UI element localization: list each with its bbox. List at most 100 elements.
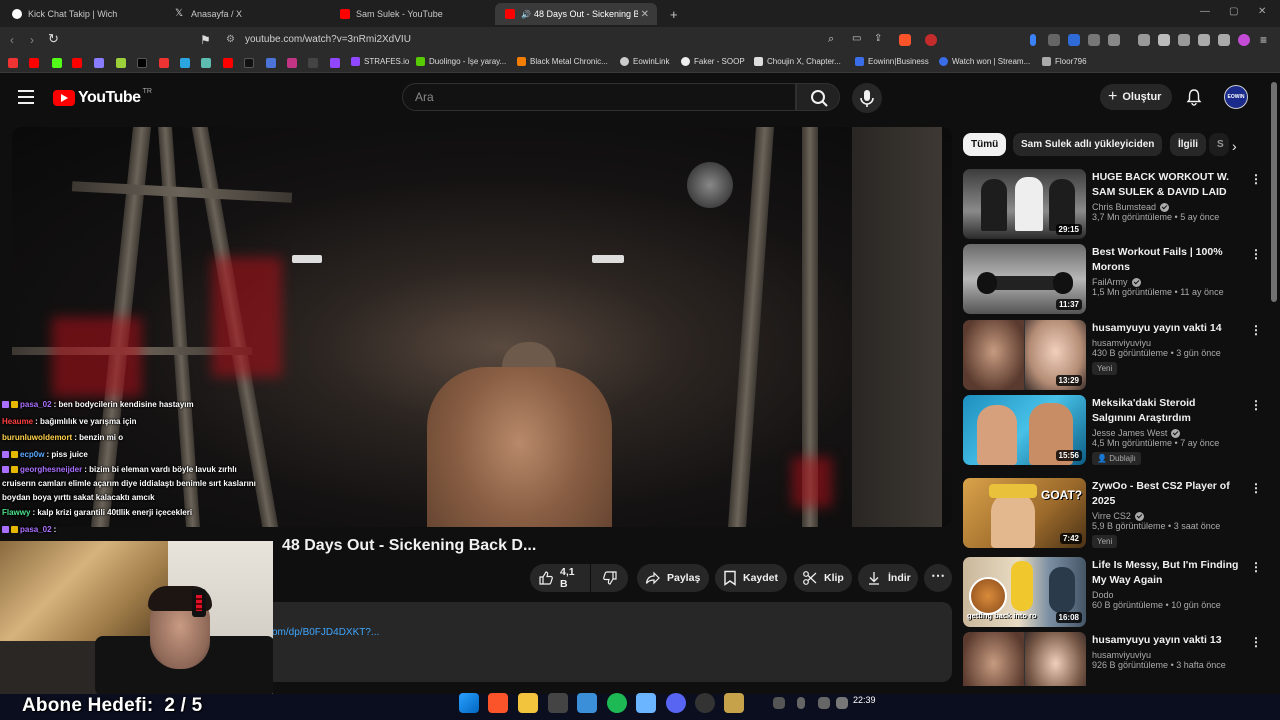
bookmark-youtube-icon[interactable] xyxy=(29,58,39,68)
bookmark-icon[interactable] xyxy=(8,58,18,68)
video-title[interactable]: Meksika'daki Steroid Salgınını Araştırdı… xyxy=(1092,396,1242,426)
recommendation-item[interactable]: getting back into ro 16:08 Life Is Messy… xyxy=(963,557,1263,629)
discord-icon[interactable] xyxy=(666,693,686,713)
bookmark-item[interactable]: EowinLink xyxy=(620,57,669,66)
video-thumbnail[interactable]: 13:29 xyxy=(963,320,1086,390)
bookmark-icon[interactable] xyxy=(159,58,169,68)
share-page-icon[interactable]: ⇪ xyxy=(874,33,882,44)
video-thumbnail[interactable]: GOAT? 7:42 xyxy=(963,478,1086,548)
browser-tab[interactable]: 𝕏 Anasayfa / X xyxy=(165,3,325,25)
more-options-icon[interactable]: ⋮ xyxy=(1250,398,1262,412)
windows-start-icon[interactable] xyxy=(459,693,479,713)
bookmark-item[interactable]: Floor796 xyxy=(1042,57,1087,66)
new-tab-button[interactable]: + xyxy=(660,3,680,25)
bookmark-icon[interactable] xyxy=(308,58,318,68)
extension-icon[interactable] xyxy=(1198,34,1210,46)
tray-network-icon[interactable] xyxy=(818,697,830,709)
video-thumbnail[interactable]: getting back into ro 16:08 xyxy=(963,557,1086,627)
share-button[interactable]: Paylaş xyxy=(637,564,709,592)
browser-tab[interactable]: Kick Chat Takip | Wich xyxy=(2,3,162,25)
video-title[interactable]: Life Is Messy, But I'm Finding My Way Ag… xyxy=(1092,558,1242,588)
youtube-logo[interactable]: YouTube TR xyxy=(53,88,152,107)
download-button[interactable]: İndir xyxy=(858,564,918,592)
tray-volume-icon[interactable] xyxy=(836,697,848,709)
file-explorer-icon[interactable] xyxy=(518,693,538,713)
bookmark-icon[interactable] xyxy=(116,58,126,68)
bookmark-icon[interactable] xyxy=(94,58,104,68)
recommendation-item[interactable]: 15:56 Meksika'daki Steroid Salgınını Ara… xyxy=(963,395,1263,467)
app-taskbar-icon[interactable] xyxy=(636,693,656,713)
brave-rewards-icon[interactable] xyxy=(925,34,937,46)
sidebar-toggle-icon[interactable] xyxy=(1158,34,1170,46)
taskbar-clock[interactable]: 22:39 xyxy=(853,695,876,705)
video-title[interactable]: husamyuyu yayın vakti 13 xyxy=(1092,633,1242,648)
search-button[interactable] xyxy=(796,83,840,111)
bookmark-item[interactable]: STRAFES.io xyxy=(351,57,409,66)
extension-icon[interactable] xyxy=(1138,34,1150,46)
channel-name[interactable]: husamviyuviyu xyxy=(1092,650,1242,660)
bookmark-x-icon[interactable] xyxy=(244,58,254,68)
channel-name[interactable]: husamviyuviyu xyxy=(1092,338,1242,348)
extension-icon[interactable] xyxy=(1178,34,1190,46)
bookmark-icon[interactable] xyxy=(266,58,276,68)
chip-all[interactable]: Tümü xyxy=(963,133,1007,156)
extensions-puzzle-icon[interactable] xyxy=(1088,34,1100,46)
photos-taskbar-icon[interactable] xyxy=(577,693,597,713)
video-title[interactable]: husamyuyu yayın vakti 14 xyxy=(1092,321,1242,336)
tool-taskbar-icon[interactable] xyxy=(548,693,568,713)
league-icon[interactable] xyxy=(724,693,744,713)
bookmark-kick-icon[interactable] xyxy=(52,58,62,68)
clip-button[interactable]: Klip xyxy=(794,564,852,592)
back-icon[interactable]: ‹ xyxy=(10,33,14,47)
bookmark-youtube-icon[interactable] xyxy=(223,58,233,68)
bookmark-twitch-icon[interactable] xyxy=(330,58,340,68)
bookmark-item[interactable]: Choujin X, Chapter... xyxy=(754,57,841,66)
chip-from-uploader[interactable]: Sam Sulek adlı yükleyiciden xyxy=(1013,133,1163,156)
recommendation-item[interactable]: GOAT? 7:42 ZywOo - Best CS2 Player of 20… xyxy=(963,478,1263,550)
tray-mic-icon[interactable] xyxy=(797,697,805,709)
bookmark-icon[interactable] xyxy=(201,58,211,68)
cast-icon[interactable]: ▭ xyxy=(852,33,861,44)
dislike-button[interactable] xyxy=(591,564,628,592)
video-thumbnail[interactable]: 15:56 xyxy=(963,395,1086,465)
steam-icon[interactable] xyxy=(695,693,715,713)
video-title[interactable]: HUGE BACK WORKOUT W. SAM SULEK & DAVID L… xyxy=(1092,170,1242,200)
vpn-icon[interactable] xyxy=(1218,34,1230,46)
more-options-icon[interactable]: ⋮ xyxy=(1250,560,1262,574)
bookmark-item[interactable]: Faker - SOOP xyxy=(681,57,745,66)
channel-name[interactable]: Jesse James West xyxy=(1092,428,1242,438)
video-thumbnail[interactable] xyxy=(963,632,1086,686)
zoom-icon[interactable]: ⌕ xyxy=(828,33,834,46)
more-options-icon[interactable]: ⋮ xyxy=(1250,247,1262,261)
like-button[interactable]: 4,1 B xyxy=(530,564,590,592)
forward-icon[interactable]: › xyxy=(30,33,34,47)
chip-related[interactable]: İlgili xyxy=(1170,133,1206,156)
channel-name[interactable]: Dodo xyxy=(1092,590,1242,600)
site-info-icon[interactable]: ⚙ xyxy=(226,31,235,49)
channel-name[interactable]: Virre CS2 xyxy=(1092,511,1242,521)
hamburger-menu-icon[interactable] xyxy=(18,90,34,104)
create-button[interactable]: + Oluştur xyxy=(1100,84,1172,110)
browser-tab-active[interactable]: 🔊 48 Days Out - Sickening Back ✕ xyxy=(495,3,657,25)
save-button[interactable]: Kaydet xyxy=(715,564,787,592)
bookmark-page-icon[interactable]: ⚑ xyxy=(200,33,211,47)
more-options-icon[interactable]: ⋮ xyxy=(1250,635,1262,649)
close-window-icon[interactable]: ✕ xyxy=(1258,6,1266,17)
leo-ai-icon[interactable] xyxy=(1238,34,1250,46)
voice-search-button[interactable] xyxy=(852,83,882,113)
browser-menu-icon[interactable]: ≡ xyxy=(1260,33,1267,47)
wallet-icon[interactable] xyxy=(1030,34,1036,46)
url-input[interactable]: ⚙ youtube.com/watch?v=3nRmi2XdVIU xyxy=(220,31,1010,49)
more-options-icon[interactable]: ⋮ xyxy=(1250,323,1262,337)
video-title[interactable]: ZywOo - Best CS2 Player of 2025 xyxy=(1092,479,1242,509)
brave-shield-icon[interactable] xyxy=(899,34,911,46)
description-link[interactable]: om/dp/B0FJD4DXKT?... xyxy=(272,627,379,638)
notifications-bell-icon[interactable] xyxy=(1185,88,1203,106)
bookmark-instagram-icon[interactable] xyxy=(287,58,297,68)
page-scrollbar[interactable] xyxy=(1271,82,1277,302)
maximize-icon[interactable]: ▢ xyxy=(1229,6,1238,17)
chevron-right-icon[interactable]: › xyxy=(1232,138,1237,154)
tray-apps-icon[interactable] xyxy=(773,697,785,709)
recommendation-item[interactable]: husamyuyu yayın vakti 13 husamviyuviyu 9… xyxy=(963,632,1263,686)
video-thumbnail[interactable]: 11:37 xyxy=(963,244,1086,314)
